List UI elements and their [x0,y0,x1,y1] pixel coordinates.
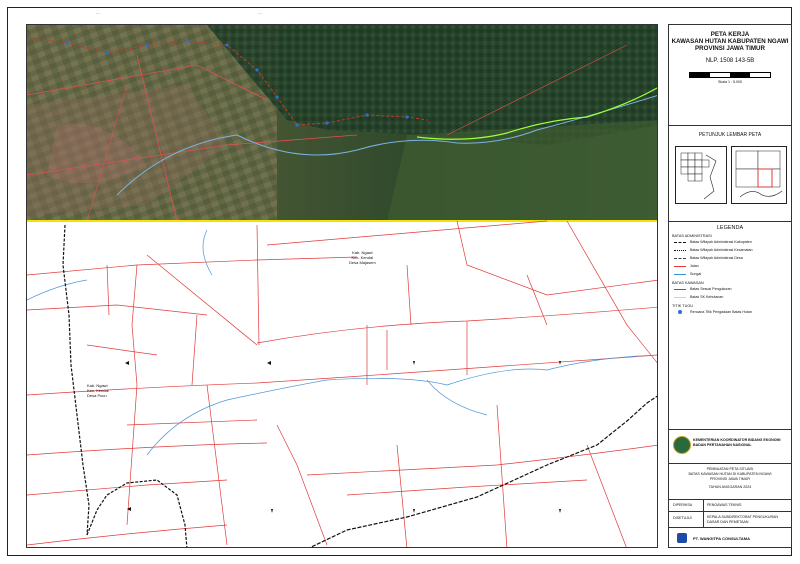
coord-label: ··· [96,11,100,16]
signature-row: DIPERIKSA PENGAWAS TEKNIS [669,499,791,512]
village-label-left: Kab. Ngawi Kec. Kendal Desa Pucu [87,383,109,398]
coord-label: ··· [258,11,262,16]
index-map-detail [731,146,787,204]
scale-text: Skala 1 : 5.000 [718,80,742,84]
institution-logo-icon [673,436,691,454]
signature-name: PENGAWAS TEKNIS [707,503,742,507]
legend-item-point: Rencana Titik Pengadaan Batas Hutan [669,308,791,316]
road-network [27,220,657,547]
project-year: TAHUN ANGGARAN 2024 [708,485,752,489]
map-canvas [27,25,657,547]
index-map-overview [675,146,727,204]
signature-role: DIPERIKSA [673,503,693,507]
index-map-section: PETUNJUK LEMBAR PETA [669,125,791,221]
river-symbol [674,273,686,275]
company-name: PT. WANGITPA CONSULTAMA [693,536,750,541]
legend-item-road: Jalan [669,262,791,270]
point-symbol [678,310,682,314]
village-label-top: Kab. Ngawi Kec. Kendal Desa Majasem [349,250,376,265]
legend-item-kecamatan: Batas Wilayah Administrasi Kecamatan [669,246,791,254]
legend-item-measured-boundary: Batas Sesuai Pengukuran [669,285,791,293]
map-info-panel: PETA KERJA KAWASAN HUTAN KABUPATEN NGAWI… [668,24,792,548]
admin-boundary [62,224,657,547]
kabupaten-boundary-symbol [674,241,686,243]
company-logo-icon [677,533,687,543]
scale-bar [689,72,771,78]
desa-label: Desa Pucu [87,393,107,398]
map-title: PETA KERJA [710,31,750,38]
sheet-number: NLP. 1508 143-5B [705,58,755,64]
map-title-area: KAWASAN HUTAN KABUPATEN NGAWI [671,38,789,45]
legend-item-kabupaten: Batas Wilayah Administrasi Kabupaten [669,238,791,246]
map-title-province: PROVINSI JAWA TIMUR [695,45,765,52]
index-map-title: PETUNJUK LEMBAR PETA [698,132,762,138]
road-symbol [674,265,686,267]
satellite-image [27,25,657,222]
signature-row: DISETUJUI KEPALA SUBDIREKTORAT PENGUKURA… [669,511,791,528]
map-frame[interactable]: Kab. Ngawi Kec. Kendal Desa Majasem Kab.… [26,24,658,548]
legend-item-desa: Batas Wilayah Administrasi Desa [669,254,791,262]
project-section: PEMBUATAN PETA SITUASI BATAS KAWASAN HUT… [669,463,791,499]
kecamatan-boundary-symbol [674,249,686,251]
river-network [27,229,657,456]
project-line: PROVINSI JAWA TIMUR [709,477,750,481]
boundary-markers [125,361,561,513]
title-block: PETA KERJA KAWASAN HUTAN KABUPATEN NGAWI… [669,31,791,84]
desa-label: Desa Majasem [349,260,376,265]
sk-boundary-symbol [674,296,686,298]
signature-name: KEPALA SUBDIREKTORAT PENGUKURAN DASAR DA… [707,515,779,524]
signature-role: DISETUJUI [673,516,692,520]
legend-title: LEGENDA [716,225,744,231]
legend-item-river: Sungai [669,270,791,278]
legend-item-sk-boundary: Batas SK Kehutanan [669,293,791,301]
company-section: PT. WANGITPA CONSULTAMA [669,527,791,549]
institution-section: KEMENTERIAN KOORDINATOR BIDANG EKONOMI B… [669,429,791,463]
institution-name: KEMENTERIAN KOORDINATOR BIDANG EKONOMI B… [693,438,781,447]
legend-section: LEGENDA BATAS ADMINISTRASI Batas Wilayah… [669,221,791,429]
measured-boundary-symbol [674,288,686,290]
desa-boundary-symbol [674,257,686,259]
map-sheet: ··· ··· Kab. Ngawi Kec. Kendal Desa Maja… [7,7,792,556]
